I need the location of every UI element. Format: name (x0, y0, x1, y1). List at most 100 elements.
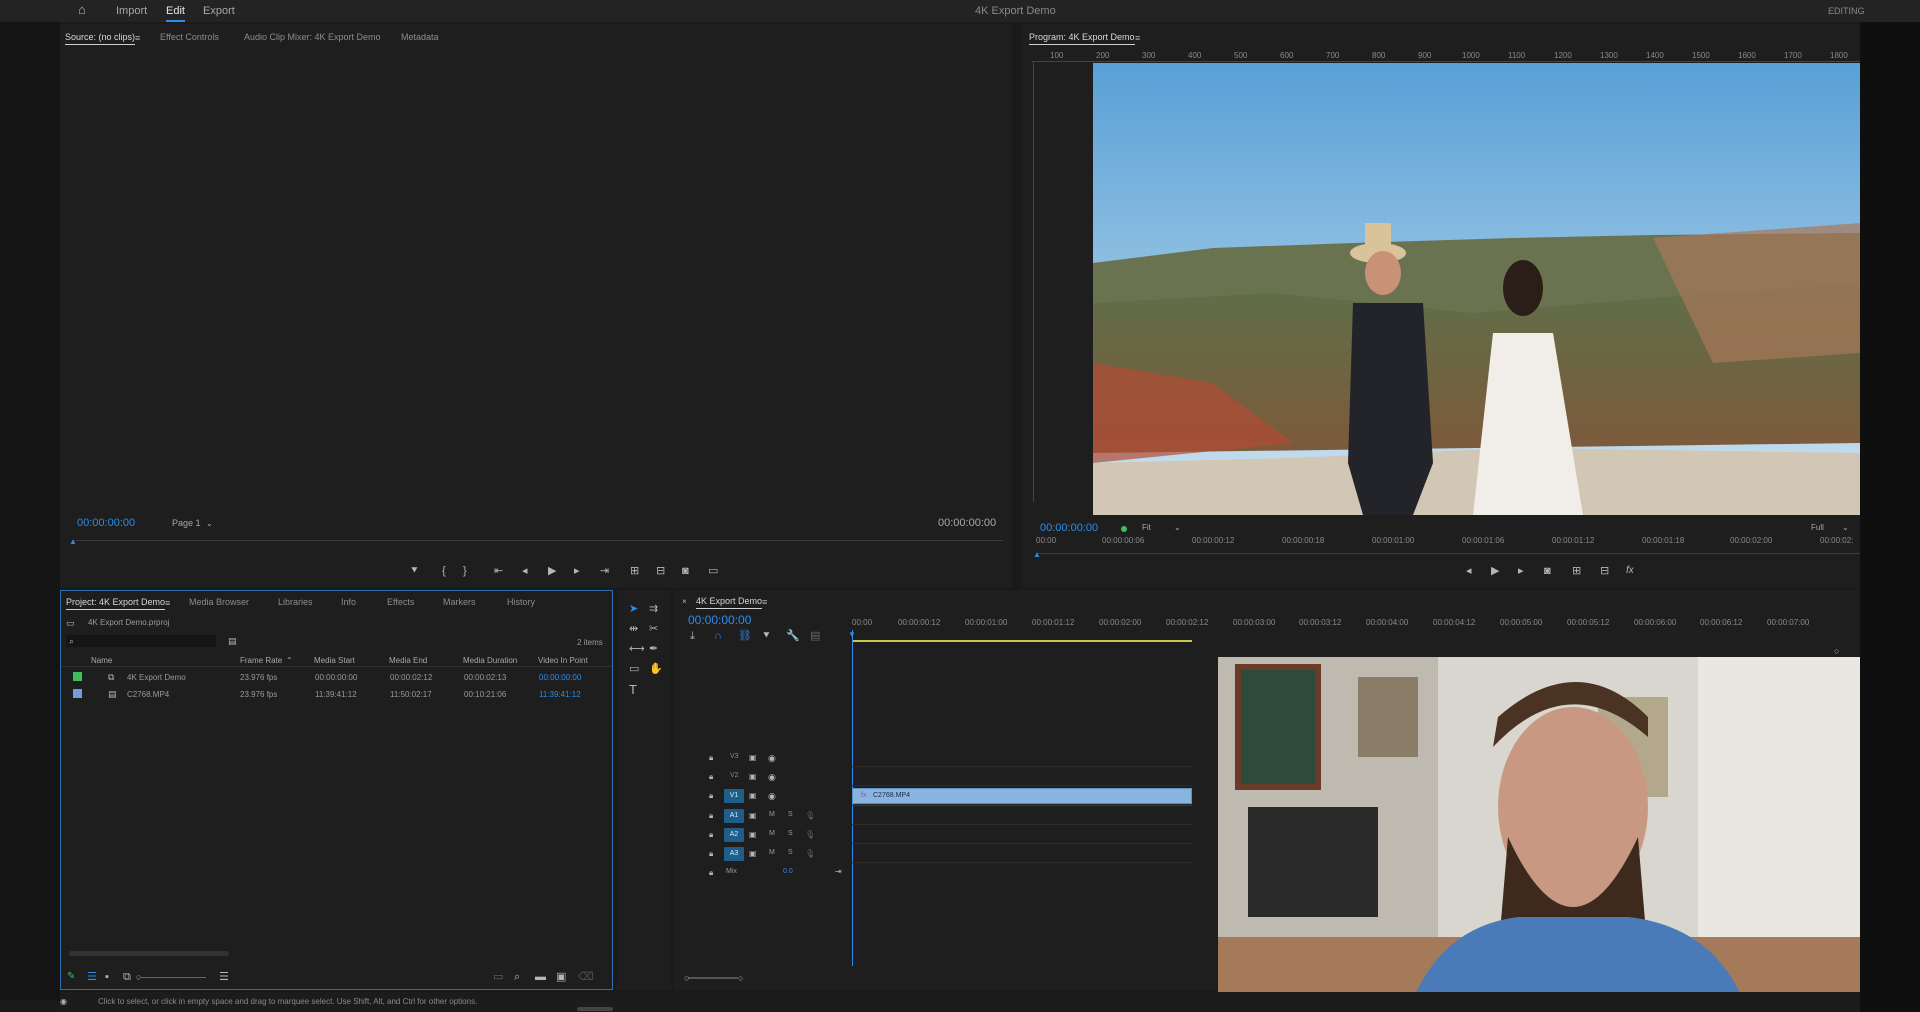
zoom-slider[interactable] (141, 977, 206, 978)
workspace-label[interactable]: EDITING (1828, 6, 1865, 16)
program-time-ruler[interactable]: 00:00 00:00:00:06 00:00:00:12 00:00:00:1… (1036, 535, 1860, 549)
home-icon[interactable]: ⌂ (78, 3, 86, 16)
sort-ascending-icon[interactable]: ⌃ (286, 655, 293, 667)
col-media-start[interactable]: Media Start (314, 656, 355, 665)
track-target[interactable]: A3 (724, 847, 744, 861)
film-icon[interactable]: ▣ (749, 752, 757, 764)
sync-lock-icon[interactable]: ▣ (749, 810, 757, 822)
panel-menu-icon[interactable]: ≡ (165, 597, 170, 609)
program-timecode[interactable]: 00:00:00:00 (1040, 522, 1098, 534)
tab-audio-clip-mixer[interactable]: Audio Clip Mixer: 4K Export Demo (244, 32, 381, 42)
eye-icon[interactable]: ◉ (768, 790, 776, 802)
col-media-end[interactable]: Media End (389, 656, 427, 665)
source-timecode[interactable]: 00:00:00:00 (77, 517, 135, 529)
icon-view-icon[interactable]: ▪ (105, 971, 109, 983)
nav-export[interactable]: Export (203, 5, 235, 17)
tab-metadata[interactable]: Metadata (401, 32, 439, 42)
linked-selection-icon[interactable]: ⛓ (738, 630, 752, 642)
type-tool-icon[interactable]: T (629, 683, 637, 696)
rectangle-tool-icon[interactable]: ▭ (629, 663, 639, 675)
solo-button[interactable]: S (788, 830, 793, 837)
panel-menu-icon[interactable]: ≡ (762, 596, 767, 608)
table-row[interactable]: ⧉ 4K Export Demo 23.976 fps 00:00:00:00 … (61, 669, 612, 685)
mute-button[interactable]: M (769, 811, 775, 818)
table-row[interactable]: ▤ C2768.MP4 23.976 fps 11:39:41:12 11:50… (61, 686, 612, 702)
step-back-icon[interactable]: ◂ (522, 565, 528, 577)
mute-button[interactable]: M (769, 830, 775, 837)
step-forward-icon[interactable]: ▸ (1518, 565, 1524, 577)
program-scrub-bar[interactable] (1036, 553, 1860, 554)
mark-out-icon[interactable]: } (463, 565, 467, 577)
sync-lock-icon[interactable]: ▣ (749, 829, 757, 841)
scroll-handle-icon[interactable]: ○ (1834, 645, 1839, 657)
microphone-icon[interactable]: 🎙︎ (805, 848, 815, 860)
playhead-icon[interactable]: ▼ (848, 629, 856, 641)
program-video-frame[interactable] (1093, 63, 1860, 515)
bottom-scroll-indicator[interactable] (577, 1007, 613, 1011)
slip-tool-icon[interactable]: ⟷ (629, 643, 645, 655)
timeline-zoom-scrollbar[interactable] (688, 977, 738, 979)
track-target[interactable]: A2 (724, 828, 744, 842)
lock-icon[interactable]: 🔒︎ (709, 790, 713, 802)
scroll-handle-icon[interactable]: ○ (738, 972, 743, 984)
microphone-icon[interactable]: 🎙︎ (805, 829, 815, 841)
new-bin-button-icon[interactable]: ▬ (535, 971, 546, 983)
tab-effects[interactable]: Effects (387, 597, 414, 607)
eye-icon[interactable]: ◉ (768, 771, 776, 783)
timeline-clip[interactable]: fx C2768.MP4 (852, 788, 1192, 804)
tab-media-browser[interactable]: Media Browser (189, 597, 249, 607)
playhead-icon[interactable]: ▲ (1033, 549, 1041, 561)
track-select-tool-icon[interactable]: ⇉ (649, 603, 658, 615)
tab-program[interactable]: Program: 4K Export Demo (1029, 32, 1135, 45)
mute-button[interactable]: M (769, 849, 775, 856)
tab-history[interactable]: History (507, 597, 535, 607)
page-label[interactable]: Page 1 (172, 518, 201, 528)
work-area-bar[interactable] (853, 640, 1192, 642)
tab-effect-controls[interactable]: Effect Controls (160, 32, 219, 42)
timeline-ruler[interactable]: 00:00 00:00:00:12 00:00:01:00 00:00:01:1… (852, 618, 1860, 632)
playhead-icon[interactable]: ▲ (69, 536, 77, 548)
lock-icon[interactable]: 🔒︎ (709, 867, 713, 879)
col-video-in-point[interactable]: Video In Point (538, 656, 588, 665)
pen-tool-icon[interactable]: ✒ (649, 643, 658, 655)
new-bin-icon[interactable]: ▤ (228, 635, 237, 647)
play-icon[interactable]: ▶ (548, 565, 556, 577)
automate-icon[interactable]: ▭ (493, 971, 503, 983)
captions-icon[interactable]: ▤ (810, 630, 820, 642)
lock-icon[interactable]: 🔒︎ (709, 810, 713, 822)
go-to-in-icon[interactable]: ⇤ (494, 565, 503, 577)
panel-menu-icon[interactable]: ≡ (1135, 32, 1140, 44)
sync-lock-icon[interactable]: ▣ (749, 848, 757, 860)
snap-icon[interactable]: ∩ (714, 630, 722, 642)
find-icon[interactable]: ⌕ (514, 971, 520, 983)
trash-icon[interactable]: ⌫ (578, 971, 594, 983)
pencil-icon[interactable]: ✎ (67, 971, 75, 983)
list-view-icon[interactable]: ☰ (87, 971, 97, 983)
mix-value[interactable]: 0.0 (783, 868, 793, 875)
chevron-down-icon[interactable]: ⌄ (206, 518, 213, 530)
chevron-down-icon[interactable]: ⌄ (1174, 522, 1181, 534)
freeform-view-icon[interactable]: ⧉ (123, 971, 131, 983)
col-media-duration[interactable]: Media Duration (463, 656, 517, 665)
eye-icon[interactable]: ◉ (768, 752, 776, 764)
razor-tool-icon[interactable]: ✂ (649, 623, 658, 635)
zoom-handle-icon[interactable]: ○ (136, 971, 141, 983)
fit-dropdown[interactable]: Fit (1142, 523, 1151, 532)
step-forward-icon[interactable]: ▸ (574, 565, 580, 577)
chevron-down-icon[interactable]: ⌄ (1842, 522, 1849, 534)
insert-icon[interactable]: ⊞ (630, 565, 639, 577)
timeline-timecode[interactable]: 00:00:00:00 (688, 613, 751, 627)
selection-tool-icon[interactable]: ➤ (629, 603, 638, 615)
close-icon[interactable]: × (682, 596, 687, 608)
col-name[interactable]: Name (91, 656, 112, 665)
film-icon[interactable]: ▣ (749, 771, 757, 783)
tab-source[interactable]: Source: (no clips) (65, 32, 136, 45)
quality-dropdown[interactable]: Full (1811, 523, 1824, 532)
solo-button[interactable]: S (788, 849, 793, 856)
new-item-icon[interactable]: ▣ (556, 971, 566, 983)
track-name[interactable]: V3 (730, 753, 739, 760)
nav-import[interactable]: Import (116, 5, 147, 17)
fx-icon[interactable]: fx (1626, 565, 1634, 577)
tab-markers[interactable]: Markers (443, 597, 476, 607)
add-marker-icon[interactable]: ⯆ (410, 565, 419, 577)
